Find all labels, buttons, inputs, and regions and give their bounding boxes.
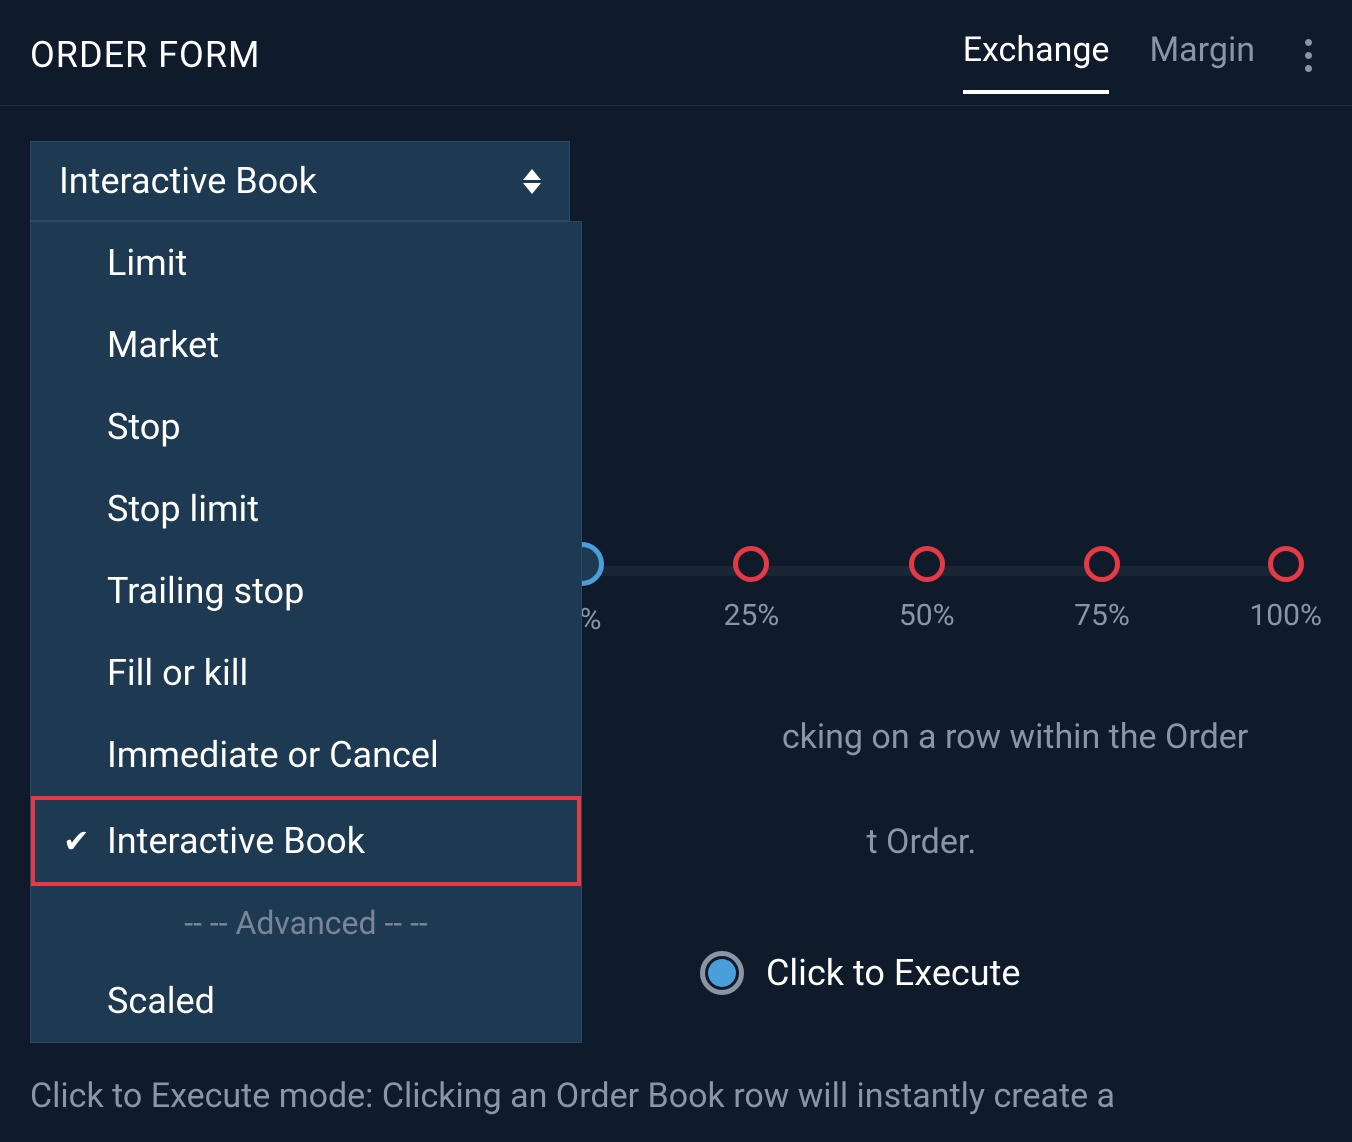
radio-checked-icon [708,959,736,987]
slider-dot-icon [1268,546,1304,582]
dropdown-item-fill-or-kill[interactable]: Fill or kill [31,632,581,714]
percent-slider[interactable]: 0% 25% 50% 75% 100% [560,546,1322,637]
radio-icon [700,951,744,995]
dropdown-item-trailing-stop[interactable]: Trailing stop [31,550,581,632]
tab-margin[interactable]: Margin [1149,20,1255,90]
dropdown-item-scaled[interactable]: Scaled [31,960,581,1042]
slider-label: 25% [724,598,780,633]
order-type-value: Interactive Book [59,160,317,202]
slider-label: 75% [1074,598,1130,633]
click-to-execute-radio[interactable]: Click to Execute [700,951,1020,995]
dropdown-item-limit[interactable]: Limit [31,222,581,304]
radio-label: Click to Execute [766,952,1020,994]
slider-stop-75[interactable]: 75% [1074,546,1130,637]
slider-stop-25[interactable]: 25% [724,546,780,637]
slider-label: 100% [1249,598,1322,633]
slider-dot-icon [733,546,769,582]
dropdown-item-label: Interactive Book [107,820,365,862]
order-type-dropdown: Limit Market Stop Stop limit Trailing st… [30,221,582,1043]
desc-line-2: t Order. [867,822,977,862]
dropdown-item-market[interactable]: Market [31,304,581,386]
order-type-select[interactable]: Interactive Book [30,141,570,221]
dropdown-item-immediate-or-cancel[interactable]: Immediate or Cancel [31,714,581,796]
kebab-menu-icon[interactable] [1295,29,1322,82]
caret-sort-icon [523,169,541,194]
slider-stop-100[interactable]: 100% [1249,546,1322,637]
check-icon: ✔ [63,822,90,860]
tabs: Exchange Margin [963,20,1322,90]
slider-dot-icon [909,546,945,582]
mode-description: Click to Execute mode: Clicking an Order… [30,1071,1322,1122]
slider-label: 50% [899,598,955,633]
slider-stop-50[interactable]: 50% [899,546,955,637]
header: ORDER FORM Exchange Margin [0,0,1352,106]
dropdown-divider: -- -- Advanced -- -- [31,886,581,960]
slider-dot-icon [1084,546,1120,582]
tab-exchange[interactable]: Exchange [963,20,1110,94]
dropdown-item-stop-limit[interactable]: Stop limit [31,468,581,550]
dropdown-item-interactive-book[interactable]: ✔ Interactive Book [31,796,581,886]
panel-title: ORDER FORM [30,34,260,76]
dropdown-item-stop[interactable]: Stop [31,386,581,468]
content: Interactive Book Limit Market Stop Stop … [0,106,1352,256]
